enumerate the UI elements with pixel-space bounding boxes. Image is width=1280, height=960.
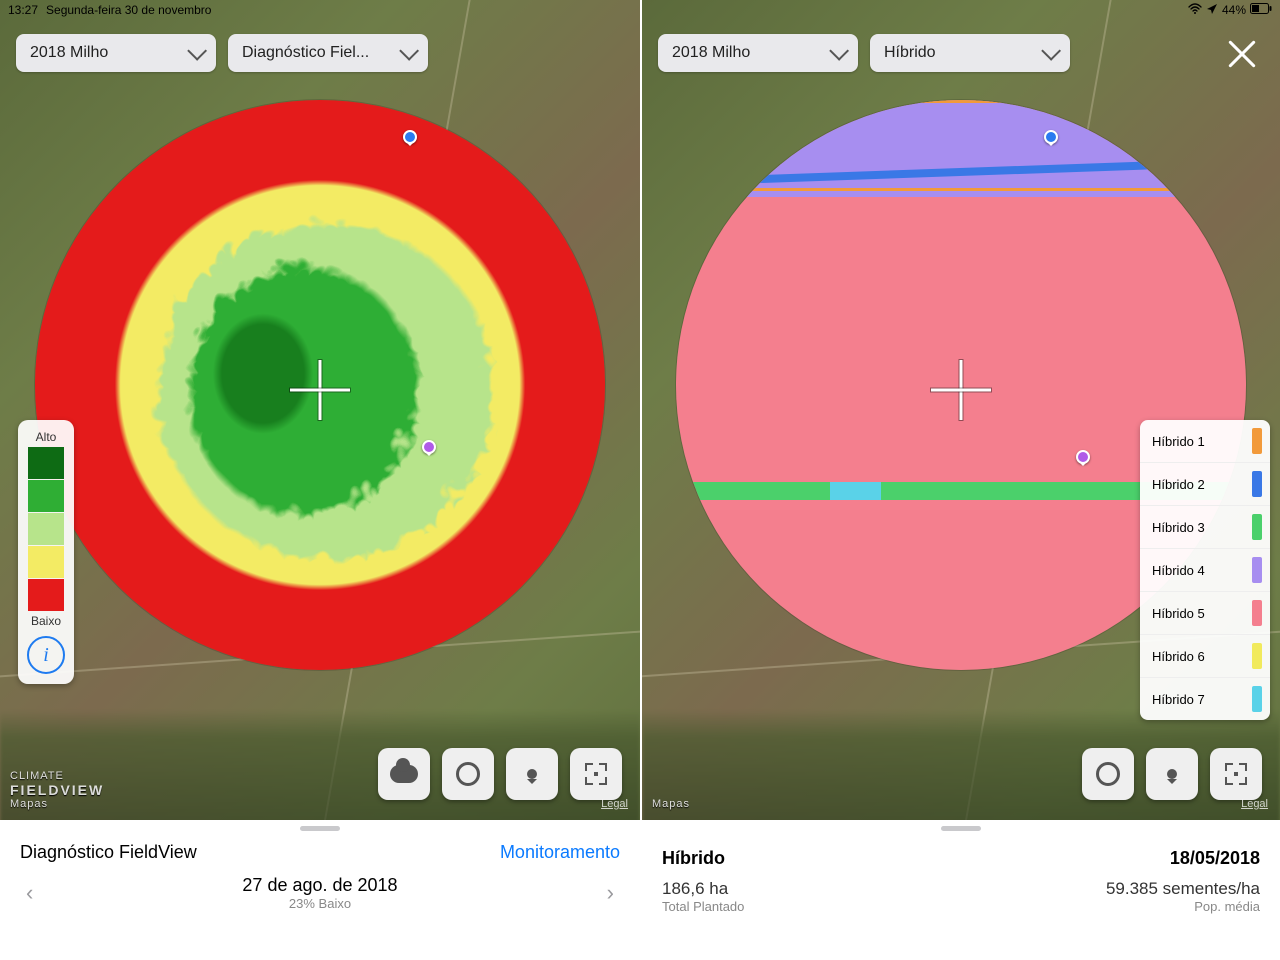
- legend-swatch: [28, 447, 64, 479]
- legend-swatch: [28, 579, 64, 611]
- layer-dropdown[interactable]: Híbrido: [870, 34, 1070, 72]
- locate-icon: [456, 762, 480, 786]
- legend-row[interactable]: Híbrido 6: [1140, 635, 1270, 678]
- layer-dropdown-label: Híbrido: [884, 44, 936, 62]
- legend-row[interactable]: Híbrido 4: [1140, 549, 1270, 592]
- legend-high-label: Alto: [24, 428, 68, 446]
- left-pane: 2018 Milho Diagnóstico Fiel... Alto Baix…: [0, 0, 640, 960]
- legend-swatch: [28, 546, 64, 578]
- fieldview-logo: CLIMATE FIELDVIEW Mapas: [10, 770, 104, 810]
- legend-low-label: Baixo: [24, 612, 68, 630]
- locate-button[interactable]: [1082, 748, 1134, 800]
- legal-link[interactable]: Legal: [601, 798, 628, 810]
- chevron-down-icon: [187, 41, 207, 61]
- status-bar: 13:27 Segunda-feira 30 de novembro 44%: [0, 0, 1280, 20]
- map-tools: [1082, 748, 1262, 800]
- image-sub: 23% Baixo: [39, 896, 600, 911]
- map-pin-purple[interactable]: [1076, 450, 1090, 464]
- chevron-down-icon: [829, 41, 849, 61]
- season-dropdown-label: 2018 Milho: [672, 44, 750, 62]
- battery-icon: [1250, 3, 1272, 17]
- panel-title: Híbrido: [662, 848, 725, 869]
- drop-pin-button[interactable]: [506, 748, 558, 800]
- total-planted-label: Total Plantado: [662, 899, 744, 914]
- monitoring-link[interactable]: Monitoramento: [500, 842, 620, 863]
- avg-pop-value: 59.385 sementes/ha: [1106, 879, 1260, 899]
- pin-icon: [1167, 769, 1177, 779]
- gradient-legend: Alto Baixo i: [18, 420, 74, 684]
- next-date-button[interactable]: ›: [601, 880, 620, 906]
- locate-icon: [1096, 762, 1120, 786]
- legend-row[interactable]: Híbrido 2: [1140, 463, 1270, 506]
- layer-dropdown[interactable]: Diagnóstico Fiel...: [228, 34, 428, 72]
- season-dropdown[interactable]: 2018 Milho: [16, 34, 216, 72]
- wifi-icon: [1188, 3, 1202, 18]
- pin-icon: [527, 769, 537, 779]
- legend-row[interactable]: Híbrido 5: [1140, 592, 1270, 635]
- panel-title: Diagnóstico FieldView: [20, 842, 197, 863]
- chevron-down-icon: [1041, 41, 1061, 61]
- image-date: 27 de ago. de 2018: [39, 875, 600, 896]
- fullscreen-icon: [585, 763, 607, 785]
- status-battery-pct: 44%: [1222, 3, 1246, 17]
- legend-row[interactable]: Híbrido 7: [1140, 678, 1270, 720]
- drag-handle[interactable]: [300, 826, 340, 831]
- chevron-down-icon: [399, 41, 419, 61]
- avg-pop-label: Pop. média: [1106, 899, 1260, 914]
- fullscreen-icon: [1225, 763, 1247, 785]
- fullscreen-button[interactable]: [570, 748, 622, 800]
- clouds-button[interactable]: [378, 748, 430, 800]
- map-tools: [378, 748, 622, 800]
- layer-dropdown-label: Diagnóstico Fiel...: [242, 44, 369, 62]
- fullscreen-button[interactable]: [1210, 748, 1262, 800]
- legend-swatch: [28, 480, 64, 512]
- season-dropdown-label: 2018 Milho: [30, 44, 108, 62]
- status-date: Segunda-feira 30 de novembro: [46, 3, 211, 17]
- legend-info-button[interactable]: i: [27, 636, 65, 674]
- panel-date: 18/05/2018: [1170, 848, 1260, 869]
- season-dropdown[interactable]: 2018 Milho: [658, 34, 858, 72]
- locate-button[interactable]: [442, 748, 494, 800]
- drop-pin-button[interactable]: [1146, 748, 1198, 800]
- bottom-panel[interactable]: Híbrido 18/05/2018 186,6 ha Total Planta…: [642, 820, 1280, 960]
- right-pane: 2018 Milho Híbrido Híbrido 1 Híbrido 2 H…: [640, 0, 1280, 960]
- total-planted-value: 186,6 ha: [662, 879, 744, 899]
- field-circle-diagnostic[interactable]: [35, 100, 605, 670]
- legend-swatch: [28, 513, 64, 545]
- cloud-icon: [390, 765, 418, 783]
- legend-row[interactable]: Híbrido 1: [1140, 420, 1270, 463]
- apple-maps-attribution: Mapas: [652, 798, 690, 810]
- status-time: 13:27: [8, 3, 38, 17]
- close-compare-button[interactable]: [1224, 36, 1260, 72]
- hybrid-legend: Híbrido 1 Híbrido 2 Híbrido 3 Híbrido 4 …: [1140, 420, 1270, 720]
- drag-handle[interactable]: [941, 826, 981, 831]
- legal-link[interactable]: Legal: [1241, 798, 1268, 810]
- prev-date-button[interactable]: ‹: [20, 880, 39, 906]
- location-icon: [1206, 3, 1218, 18]
- legend-row[interactable]: Híbrido 3: [1140, 506, 1270, 549]
- bottom-panel[interactable]: Diagnóstico FieldView Monitoramento ‹ 27…: [0, 820, 640, 960]
- map-pin-blue[interactable]: [1044, 130, 1058, 144]
